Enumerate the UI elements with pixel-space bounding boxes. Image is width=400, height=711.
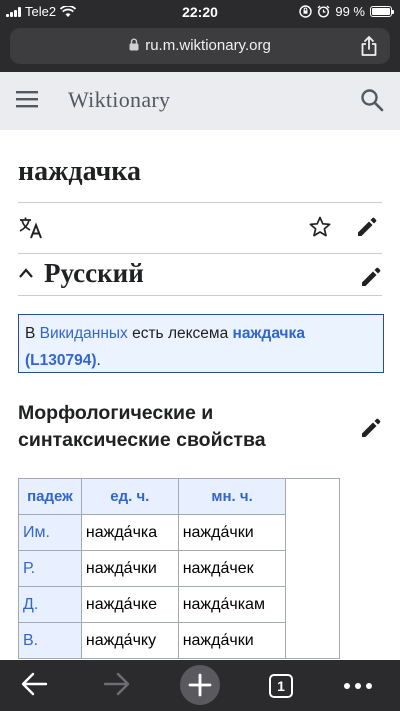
column-header-plural: мн. ч. bbox=[177, 478, 287, 515]
url-display[interactable]: ru.m.wiktionary.org bbox=[10, 37, 390, 54]
site-header: Wiktionary bbox=[0, 72, 400, 130]
toolbar-divider bbox=[18, 253, 382, 254]
table-row: Д. нажда́чке нажда́чкам bbox=[18, 586, 340, 623]
column-header-singular: ед. ч. bbox=[80, 478, 179, 515]
section-divider bbox=[18, 295, 382, 296]
page-title: наждачка bbox=[18, 156, 141, 187]
more-icon[interactable] bbox=[343, 682, 373, 690]
notice-prefix: В bbox=[25, 325, 40, 342]
table-header-row: падеж ед. ч. мн. ч. bbox=[18, 478, 340, 515]
star-icon[interactable] bbox=[308, 215, 332, 239]
declension-table: падеж ед. ч. мн. ч. Им. нажда́чка нажда́… bbox=[18, 478, 340, 659]
menu-icon[interactable] bbox=[16, 90, 38, 108]
table-empty-cell bbox=[285, 514, 340, 551]
arrow-left-icon[interactable] bbox=[20, 670, 48, 698]
battery-fill bbox=[372, 8, 390, 15]
case-cell[interactable]: Им. bbox=[18, 514, 82, 551]
table-row: Р. нажда́чки нажда́чек bbox=[18, 550, 340, 587]
share-icon[interactable] bbox=[360, 35, 378, 57]
browser-toolbar: 1 bbox=[0, 660, 400, 711]
wikidata-link[interactable]: Викиданных bbox=[40, 325, 128, 342]
page-content: Wiktionary наждачка Русский В Викиданных… bbox=[0, 72, 400, 660]
arrow-right-icon[interactable] bbox=[103, 670, 131, 698]
section-title: Русский bbox=[44, 258, 144, 288]
plural-cell: нажда́чек bbox=[177, 550, 287, 587]
wikidata-notice: В Викиданных есть лексема наждачка (L130… bbox=[18, 314, 384, 373]
table-row: Им. нажда́чка нажда́чки bbox=[18, 514, 340, 551]
table-empty-cell bbox=[285, 586, 340, 623]
case-cell[interactable]: Р. bbox=[18, 550, 82, 587]
pencil-icon[interactable] bbox=[360, 266, 382, 288]
morph-heading: Морфологические и синтаксические свойств… bbox=[18, 402, 266, 451]
notice-middle: есть лексема bbox=[127, 325, 233, 342]
table-empty-cell bbox=[285, 622, 340, 659]
singular-cell: нажда́чки bbox=[80, 550, 179, 587]
url-text: ru.m.wiktionary.org bbox=[145, 37, 271, 54]
section-russian-header[interactable]: Русский bbox=[18, 258, 382, 294]
site-brand[interactable]: Wiktionary bbox=[68, 87, 170, 113]
pencil-icon[interactable] bbox=[360, 417, 382, 439]
translate-icon[interactable] bbox=[18, 216, 44, 240]
plus-icon bbox=[188, 673, 212, 697]
notice-suffix: . bbox=[96, 352, 101, 369]
pencil-icon[interactable] bbox=[356, 216, 378, 238]
plural-cell: нажда́чкам bbox=[177, 586, 287, 623]
status-right: 99 % bbox=[299, 4, 394, 19]
tabs-icon[interactable]: 1 bbox=[269, 674, 293, 698]
singular-cell: нажда́чка bbox=[80, 514, 179, 551]
alarm-icon bbox=[317, 5, 330, 18]
table-empty-cell bbox=[285, 478, 340, 515]
column-header-case: падеж bbox=[18, 478, 82, 515]
battery-label: 99 % bbox=[335, 4, 365, 19]
case-cell[interactable]: В. bbox=[18, 622, 82, 659]
status-bar: Tele2 22:20 99 % bbox=[0, 0, 400, 24]
orientation-lock-icon bbox=[299, 5, 313, 18]
case-cell[interactable]: Д. bbox=[18, 586, 82, 623]
table-empty-cell bbox=[285, 550, 340, 587]
search-icon[interactable] bbox=[360, 88, 384, 112]
singular-cell: нажда́чке bbox=[80, 586, 179, 623]
singular-cell: нажда́чку bbox=[80, 622, 179, 659]
address-bar[interactable]: ru.m.wiktionary.org bbox=[10, 28, 390, 64]
chevron-up-icon[interactable] bbox=[18, 266, 34, 280]
new-tab-button[interactable] bbox=[180, 665, 220, 705]
plural-cell: нажда́чки bbox=[177, 514, 287, 551]
table-row: В. нажда́чку нажда́чки bbox=[18, 622, 340, 659]
title-divider bbox=[18, 202, 382, 203]
battery-icon bbox=[370, 6, 394, 17]
lock-icon bbox=[129, 38, 139, 51]
plural-cell: нажда́чки bbox=[177, 622, 287, 659]
